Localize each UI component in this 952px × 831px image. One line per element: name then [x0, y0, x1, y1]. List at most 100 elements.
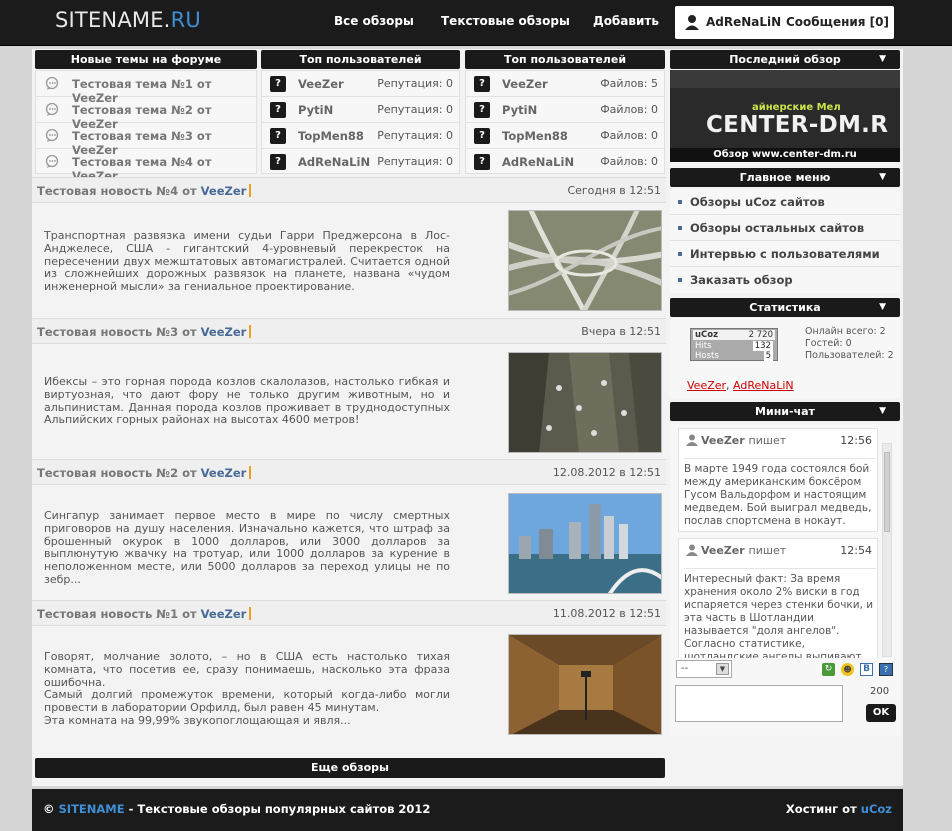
menu-item[interactable]: Обзоры uCoz сайтов [670, 189, 900, 215]
question-icon: ? [474, 128, 490, 144]
news-header: Тестовая новость №2 от VeeZer 12.08.2012… [32, 459, 666, 485]
user-box: AdReNaLiN Сообщения [0] [675, 6, 894, 39]
more-reviews-button[interactable]: Еще обзоры [35, 758, 665, 778]
chat-message: VeeZer пишет 12:54 Интересный факт: За в… [678, 538, 878, 658]
menu-item[interactable]: Интервью с пользователями [670, 241, 900, 267]
news-item: Тестовая новость №4 от VeeZer Сегодня в … [32, 177, 666, 316]
news-image-singapore[interactable] [508, 493, 662, 594]
site-logo[interactable]: SITENAME.RU [55, 8, 201, 32]
forum-header: Новые темы на форуме [35, 50, 257, 69]
news-title[interactable]: Тестовая новость №4 от VeeZer [37, 184, 254, 198]
top-user-row[interactable]: ? PytiN Файлов: 0 [466, 97, 664, 123]
menu-item[interactable]: Заказать обзор [670, 267, 900, 293]
mini-chat: VeeZer пишет 12:56 В марте 1949 года сос… [670, 423, 900, 736]
question-icon: ? [474, 102, 490, 118]
chevron-down-icon: ▼ [716, 663, 729, 675]
top-user-row[interactable]: ? VeeZer Файлов: 5 [466, 71, 664, 97]
top-users-files-header: Топ пользователей [465, 50, 665, 69]
triangle-down-icon: ▼ [879, 302, 886, 312]
stats-header[interactable]: Статистика ▼ [670, 298, 900, 317]
online-user-link[interactable]: AdReNaLiN [733, 379, 794, 392]
news-title[interactable]: Тестовая новость №2 от VeeZer [37, 466, 254, 480]
mini-chat-header[interactable]: Мини-чат ▼ [670, 402, 900, 421]
help-icon[interactable]: ? [879, 663, 893, 676]
forum-topic[interactable]: Тестовая тема №3 от VeeZer [36, 123, 256, 157]
question-icon: ? [270, 76, 286, 92]
footer-site-link[interactable]: SITENAME [59, 802, 125, 816]
chat-author[interactable]: VeeZer [701, 544, 745, 557]
chat-text: Интересный факт: За время хранения около… [684, 568, 876, 658]
flag-icon [249, 466, 254, 479]
news-image-ibex[interactable] [508, 352, 662, 453]
last-review-banner[interactable]: CENTER-DM.R айнерские Мел Обзор www.cent… [670, 70, 900, 162]
menu-item[interactable]: Обзоры остальных сайтов [670, 215, 900, 241]
last-review-header[interactable]: Последний обзор ▼ [670, 50, 900, 69]
flag-icon [249, 184, 254, 197]
triangle-down-icon: ▼ [879, 406, 886, 416]
top-users-rep-box: ? VeeZer Репутация: 0 ? PytiN Репутация: 0 ?… [261, 70, 460, 174]
question-icon: ? [474, 154, 490, 170]
chat-char-counter: 200 [870, 686, 890, 697]
online-users: VeeZer, AdReNaLiN [687, 379, 794, 392]
refresh-icon[interactable]: ↻ [822, 663, 835, 676]
news-item: Тестовая новость №2 от VeeZer 12.08.2012… [32, 459, 666, 599]
news-date: 11.08.2012 в 12:51 [552, 607, 661, 620]
chat-scrollbar[interactable] [882, 443, 892, 657]
speech-bubble-icon [45, 76, 59, 94]
speech-bubble-icon [45, 154, 59, 172]
online-user-link[interactable]: VeeZer [687, 379, 726, 392]
question-icon: ? [270, 154, 286, 170]
footer: © SITENAME - Текстовые обзоры популярных… [32, 789, 903, 831]
header-bar: SITENAME.RU Все обзоры Текстовые обзоры … [0, 0, 952, 46]
chat-send-button[interactable]: OK [866, 704, 896, 722]
messages-link[interactable]: Сообщения [0] [786, 15, 889, 29]
username-link[interactable]: AdReNaLiN [706, 15, 781, 29]
chat-text: В марте 1949 года состоялся бой между ам… [684, 458, 876, 528]
flag-icon [249, 607, 254, 620]
main-menu-header[interactable]: Главное меню ▼ [670, 168, 900, 187]
top-user-row[interactable]: ? AdReNaLiN Файлов: 0 [466, 149, 664, 175]
nav-add[interactable]: Добавить [593, 14, 659, 28]
footer-hosting: Хостинг от uCoz [785, 802, 892, 816]
speech-bubble-icon [45, 102, 59, 120]
top-user-row[interactable]: ? TopMen88 Репутация: 0 [262, 123, 459, 149]
chat-message-input[interactable] [675, 685, 843, 722]
chat-author[interactable]: VeeZer [701, 434, 745, 447]
triangle-down-icon: ▼ [879, 172, 886, 182]
triangle-down-icon: ▼ [879, 54, 886, 64]
last-review-caption: Обзор www.center-dm.ru [670, 148, 900, 162]
bbcode-icon[interactable]: B [860, 663, 873, 676]
nav-text-reviews[interactable]: Текстовые обзоры [441, 14, 570, 28]
forum-topic[interactable]: Тестовая тема №4 от VeeZer [36, 149, 256, 183]
ucoz-counter[interactable]: uCoz 2 720 Hits 132 Hosts 5 [690, 328, 778, 361]
chat-select[interactable]: -- ▼ [676, 660, 732, 678]
news-title[interactable]: Тестовая новость №1 от VeeZer [37, 607, 254, 621]
nav-all-reviews[interactable]: Все обзоры [334, 14, 414, 28]
top-users-files-box: ? VeeZer Файлов: 5 ? PytiN Файлов: 0 ? TopMen… [465, 70, 665, 174]
top-user-row[interactable]: ? TopMen88 Файлов: 0 [466, 123, 664, 149]
news-text: Ибексы – это горная порода козлов скалол… [44, 375, 450, 427]
news-image-anechoic-room[interactable] [508, 634, 662, 735]
top-users-rep-header: Топ пользователей [261, 50, 460, 69]
user-icon [686, 434, 698, 449]
forum-topic[interactable]: Тестовая тема №1 от VeeZer [36, 71, 256, 105]
user-icon [686, 544, 698, 559]
news-header: Тестовая новость №4 от VeeZer Сегодня в … [32, 177, 666, 203]
news-title[interactable]: Тестовая новость №3 от VeeZer [37, 325, 254, 339]
chat-messages: VeeZer пишет 12:56 В марте 1949 года сос… [673, 426, 880, 658]
top-user-row[interactable]: ? VeeZer Репутация: 0 [262, 71, 459, 97]
news-item: Тестовая новость №1 от VeeZer 11.08.2012… [32, 600, 666, 737]
top-user-row[interactable]: ? PytiN Репутация: 0 [262, 97, 459, 123]
smiley-icon[interactable]: ☻ [841, 663, 854, 676]
news-item: Тестовая новость №3 от VeeZer Вчера в 12… [32, 318, 666, 458]
news-date: Вчера в 12:51 [581, 325, 661, 338]
user-icon [684, 14, 701, 34]
forum-topic[interactable]: Тестовая тема №2 от VeeZer [36, 97, 256, 131]
news-text: Транспортная развязка имени судьи Гарри … [44, 229, 450, 294]
top-user-row[interactable]: ? AdReNaLiN Репутация: 0 [262, 149, 459, 175]
chat-message: VeeZer пишет 12:56 В марте 1949 года сос… [678, 428, 878, 532]
news-header: Тестовая новость №3 от VeeZer Вчера в 12… [32, 318, 666, 344]
news-image-interchange[interactable] [508, 210, 662, 311]
ucoz-link[interactable]: uCoz [861, 802, 892, 816]
chat-scroll-thumb[interactable] [884, 452, 890, 532]
